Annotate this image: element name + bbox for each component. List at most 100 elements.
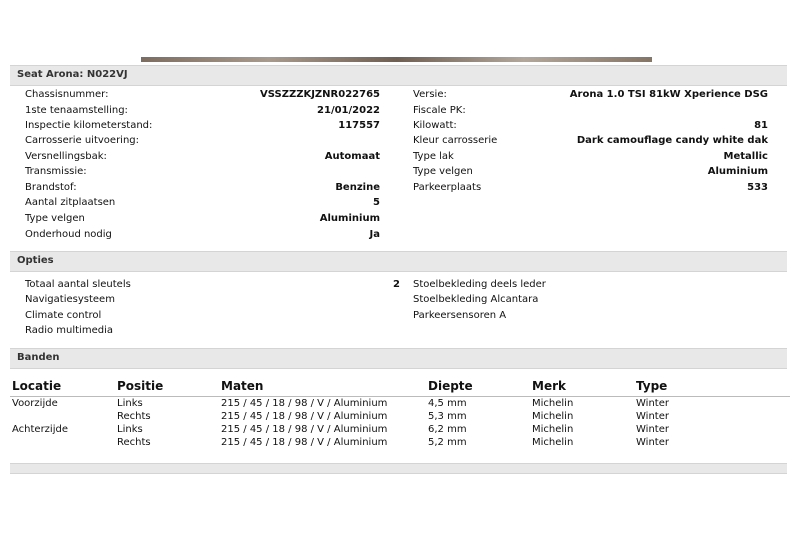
detail-label: 1ste tenaamstelling: xyxy=(25,105,128,116)
detail-value: Dark camouflage candy white dak xyxy=(576,135,768,146)
cell-merk: Michelin xyxy=(532,398,574,409)
cell-merk: Michelin xyxy=(532,437,574,448)
cell-positie: Rechts xyxy=(117,411,151,422)
tires-section-title: Banden xyxy=(17,352,60,363)
detail-row: Kleur carrosserie Dark camouflage candy w… xyxy=(413,133,768,148)
column-header-diepte: Diepte xyxy=(426,376,530,397)
detail-row: Fiscale PK: xyxy=(413,103,768,118)
detail-row: Brandstof: Benzine xyxy=(25,180,380,195)
cell-locatie: Voorzijde xyxy=(12,398,58,409)
column-header-locatie: Locatie xyxy=(10,376,115,397)
detail-label: Parkeerplaats xyxy=(413,182,482,193)
detail-value: Automaat xyxy=(324,151,380,162)
cell-diepte: 4,5 mm xyxy=(428,398,467,409)
option-row: Parkeersensoren A xyxy=(413,308,768,323)
cell-locatie: Achterzijde xyxy=(12,424,68,435)
option-label: Stoelbekleding deels leder xyxy=(413,279,546,290)
cell-maten: 215 / 45 / 18 / 98 / V / Aluminium xyxy=(221,424,388,435)
detail-row: Aantal zitplaatsen 5 xyxy=(25,195,380,210)
cell-type: Winter xyxy=(636,411,669,422)
detail-value: 81 xyxy=(754,120,768,131)
detail-value: Aluminium xyxy=(707,166,768,177)
cell-diepte: 5,2 mm xyxy=(428,437,467,448)
vehicle-section-header: Seat Arona: N022VJ xyxy=(10,65,787,86)
cell-merk: Michelin xyxy=(532,411,574,422)
column-header-merk: Merk xyxy=(530,376,634,397)
table-row: Voorzijde Links 215 / 45 / 18 / 98 / V /… xyxy=(10,397,790,411)
detail-row: Carrosserie uitvoering: xyxy=(25,133,380,148)
cell-maten: 215 / 45 / 18 / 98 / V / Aluminium xyxy=(221,398,388,409)
cell-diepte: 6,2 mm xyxy=(428,424,467,435)
detail-label: Brandstof: xyxy=(25,182,77,193)
detail-label: Chassisnummer: xyxy=(25,89,109,100)
detail-label: Type velgen xyxy=(25,213,85,224)
option-label: Stoelbekleding Alcantara xyxy=(413,294,539,305)
option-label: Climate control xyxy=(25,310,102,321)
detail-row: Onderhoud nodig Ja xyxy=(25,227,380,242)
detail-value: Benzine xyxy=(335,182,380,193)
detail-label: Carrosserie uitvoering: xyxy=(25,135,140,146)
cell-positie: Links xyxy=(117,424,143,435)
table-row: Achterzijde Links 215 / 45 / 18 / 98 / V… xyxy=(10,423,790,436)
cell-type: Winter xyxy=(636,424,669,435)
cell-maten: 215 / 45 / 18 / 98 / V / Aluminium xyxy=(221,411,388,422)
detail-label: Type velgen xyxy=(413,166,473,177)
detail-row: Transmissie: xyxy=(25,164,380,179)
detail-value: Aluminium xyxy=(319,213,380,224)
table-row: Rechts 215 / 45 / 18 / 98 / V / Aluminiu… xyxy=(10,410,790,423)
option-row: Stoelbekleding Alcantara xyxy=(413,292,768,307)
detail-value: 117557 xyxy=(338,120,380,131)
cell-diepte: 5,3 mm xyxy=(428,411,467,422)
cell-positie: Links xyxy=(117,398,143,409)
detail-label: Onderhoud nodig xyxy=(25,229,112,240)
cell-locatie xyxy=(10,436,115,449)
detail-value: Arona 1.0 TSI 81kW Xperience DSG xyxy=(569,89,768,100)
detail-value: 5 xyxy=(373,197,380,208)
option-row: Stoelbekleding deels leder xyxy=(413,277,768,292)
detail-row: Type lak Metallic xyxy=(413,149,768,164)
detail-row: 1ste tenaamstelling: 21/01/2022 xyxy=(25,103,380,118)
option-label: Navigatiesysteem xyxy=(25,294,115,305)
options-section-title: Opties xyxy=(17,255,54,266)
detail-row: Type velgen Aluminium xyxy=(413,164,768,179)
option-row: Totaal aantal sleutels 2 xyxy=(25,277,400,292)
tires-header-row: Locatie Positie Maten Diepte Merk Type xyxy=(10,376,790,397)
option-row: Climate control xyxy=(25,308,400,323)
detail-label: Type lak xyxy=(413,151,454,162)
detail-row: Inspectie kilometerstand: 117557 xyxy=(25,118,380,133)
cell-positie: Rechts xyxy=(117,437,151,448)
column-header-maten: Maten xyxy=(219,376,426,397)
detail-row: Parkeerplaats 533 xyxy=(413,180,768,195)
detail-label: Versnellingsbak: xyxy=(25,151,107,162)
detail-row: Versie: Arona 1.0 TSI 81kW Xperience DSG xyxy=(413,87,768,102)
detail-row: Chassisnummer: VSSZZZKJZNR022765 xyxy=(25,87,380,102)
detail-value: Ja xyxy=(369,229,380,240)
option-label: Totaal aantal sleutels xyxy=(25,279,131,290)
detail-row: Versnellingsbak: Automaat xyxy=(25,149,380,164)
detail-value: VSSZZZKJZNR022765 xyxy=(260,89,380,100)
detail-label: Kilowatt: xyxy=(413,120,457,131)
detail-row: Kilowatt: 81 xyxy=(413,118,768,133)
column-header-positie: Positie xyxy=(115,376,219,397)
detail-label: Versie: xyxy=(413,89,447,100)
detail-value: 533 xyxy=(747,182,768,193)
cell-type: Winter xyxy=(636,398,669,409)
options-section-header: Opties xyxy=(10,251,787,272)
detail-label: Transmissie: xyxy=(25,166,87,177)
table-row: Rechts 215 / 45 / 18 / 98 / V / Aluminiu… xyxy=(10,436,790,449)
option-label: Radio multimedia xyxy=(25,325,113,336)
cell-maten: 215 / 45 / 18 / 98 / V / Aluminium xyxy=(221,437,388,448)
option-value: 2 xyxy=(393,279,400,290)
detail-label: Aantal zitplaatsen xyxy=(25,197,116,208)
vehicle-section-title: Seat Arona: N022VJ xyxy=(17,69,128,80)
option-label: Parkeersensoren A xyxy=(413,310,507,321)
cell-type: Winter xyxy=(636,437,669,448)
detail-label: Inspectie kilometerstand: xyxy=(25,120,153,131)
detail-value: 21/01/2022 xyxy=(317,105,380,116)
cell-merk: Michelin xyxy=(532,424,574,435)
footer-bar xyxy=(10,463,787,474)
vehicle-photo xyxy=(141,57,652,62)
detail-label: Fiscale PK: xyxy=(413,105,466,116)
column-header-type: Type xyxy=(634,376,790,397)
detail-label: Kleur carrosserie xyxy=(413,135,498,146)
